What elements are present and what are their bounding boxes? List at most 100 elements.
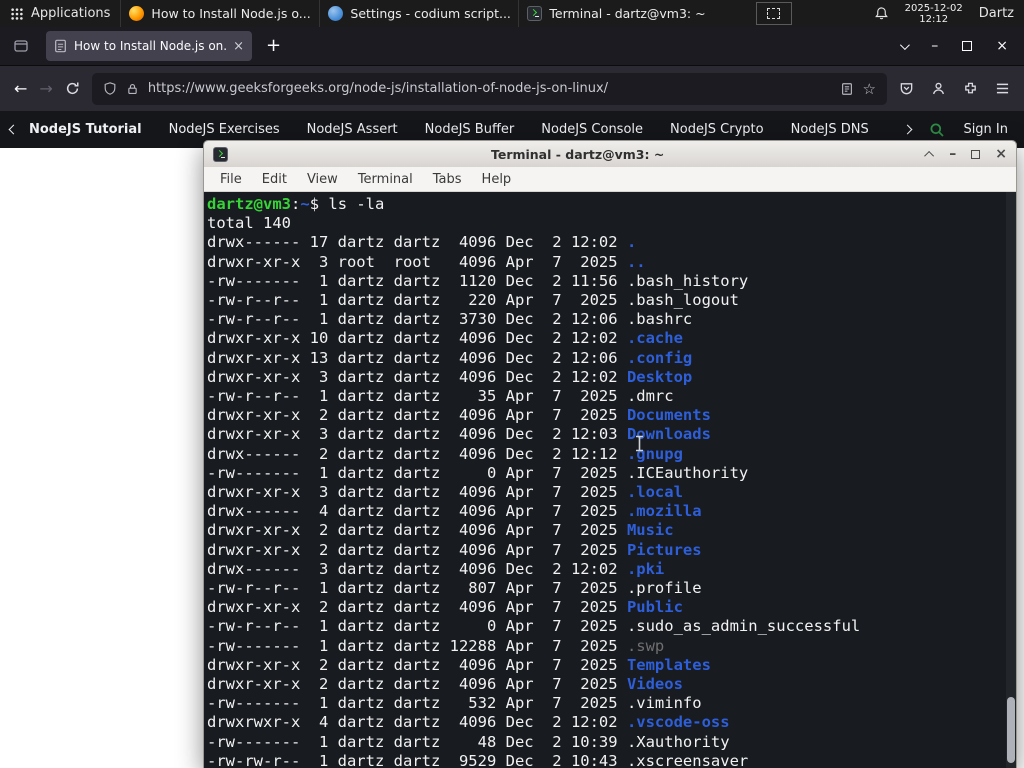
menu-hamburger-icon[interactable] [995,82,1010,95]
terminal-file-line: drwx------ 3 dartz dartz 4096 Dec 2 12:0… [207,560,1000,579]
firefox-view-icon[interactable] [8,33,34,59]
terminal-file-line: drwxr-xr-x 2 dartz dartz 4096 Apr 7 2025… [207,541,1000,560]
file-meta: drwxr-xr-x 2 dartz dartz 4096 Apr 7 2025 [207,406,627,425]
browser-maximize-button[interactable] [962,41,973,51]
file-meta: drwxr-xr-x 13 dartz dartz 4096 Dec 2 12:… [207,348,627,367]
desktop-panel: Applications How to Install Node.js o...… [0,0,1024,27]
terminal-file-line: -rw------- 1 dartz dartz 48 Dec 2 10:39 … [207,733,1000,752]
panel-user-label[interactable]: Dartz [979,6,1014,21]
file-meta: drwxr-xr-x 3 dartz dartz 4096 Dec 2 12:0… [207,425,627,444]
file-meta: -rw------- 1 dartz dartz 1120 Dec 2 11:5… [207,271,627,290]
file-name: Videos [626,675,683,694]
nav-item-nodejs-console[interactable]: NodeJS Console [541,122,643,137]
browser-minimize-button[interactable]: – [931,38,938,54]
file-meta: drwxr-xr-x 2 dartz dartz 4096 Apr 7 2025 [207,675,627,694]
terminal-close-button[interactable]: × [995,147,1007,161]
file-name: .pki [626,559,665,578]
nav-item-nodejs-crypto[interactable]: NodeJS Crypto [670,122,764,137]
tab-close-icon[interactable]: × [233,39,244,54]
prompt-symbol: $ [309,195,329,213]
terminal-titlebar[interactable]: Terminal - dartz@vm3: ~ – × [204,141,1016,167]
terminal-file-line: drwxr-xr-x 3 dartz dartz 4096 Apr 7 2025… [207,483,1000,502]
bookmark-star-icon[interactable]: ☆ [863,80,876,98]
nav-item-nodejs-assert[interactable]: NodeJS Assert [307,122,398,137]
file-name: .sudo_as_admin_successful [626,617,861,636]
new-tab-button[interactable]: + [266,37,281,55]
nav-scroll-right-icon[interactable] [902,124,913,135]
firefox-icon [129,6,145,21]
file-meta: drwxr-xr-x 2 dartz dartz 4096 Apr 7 2025 [207,598,627,617]
nav-item-nodejs-dns[interactable]: NodeJS DNS [791,122,869,137]
file-meta: -rw-r--r-- 1 dartz dartz 35 Apr 7 2025 [207,387,627,406]
terminal-file-line: drwxr-xr-x 13 dartz dartz 4096 Dec 2 12:… [207,349,1000,368]
terminal-command: ls -la [328,195,385,213]
terminal-scrollbar[interactable] [1006,192,1016,768]
prompt-colon: : [291,195,301,213]
menu-view[interactable]: View [297,170,348,189]
nav-scroll-left-icon[interactable] [8,124,19,135]
prompt-user-host: dartz@vm3 [207,195,291,213]
terminal-maximize-button[interactable] [971,149,981,159]
applications-label: Applications [31,6,111,21]
terminal-file-line: drwxr-xr-x 2 dartz dartz 4096 Apr 7 2025… [207,656,1000,675]
notification-bell-icon[interactable] [874,6,889,21]
extensions-icon[interactable] [963,81,978,96]
terminal-minimize-button[interactable]: – [949,147,956,161]
nav-item-nodejs-buffer[interactable]: NodeJS Buffer [425,122,515,137]
panel-clock[interactable]: 2025-12-02 12:12 [905,3,963,25]
menu-tabs[interactable]: Tabs [423,170,472,189]
tab-list-chevron-icon[interactable] [900,39,911,50]
tracking-shield-icon[interactable] [103,81,117,96]
file-name: Desktop [626,367,693,386]
file-meta: drwx------ 4 dartz dartz 4096 Apr 7 2025 [207,502,627,521]
terminal-title: Terminal - dartz@vm3: ~ [490,146,665,162]
forward-button[interactable]: → [39,79,52,98]
file-name: Documents [626,406,711,425]
taskbar-window-settings[interactable]: Settings - codium script... [319,0,518,27]
terminal-prompt-line: dartz@vm3:~$ ls -la [207,195,1000,214]
browser-tab[interactable]: How to Install Node.js on... × [46,31,252,61]
menu-edit[interactable]: Edit [252,170,297,189]
lock-icon[interactable] [126,82,139,96]
file-name: .config [626,348,693,367]
terminal-screen[interactable]: dartz@vm3:~$ ls -la total 140 drwx------… [204,192,1016,768]
terminal-file-line: drwxr-xr-x 10 dartz dartz 4096 Dec 2 12:… [207,329,1000,348]
account-icon[interactable] [931,81,946,96]
file-meta: -rw------- 1 dartz dartz 12288 Apr 7 202… [207,636,627,655]
terminal-file-line: -rw------- 1 dartz dartz 1120 Dec 2 11:5… [207,272,1000,291]
file-name: . [626,233,637,252]
tray-screenshot-icon[interactable] [755,2,792,25]
reload-icon[interactable] [65,81,80,96]
applications-menu-button[interactable]: Applications [0,0,120,27]
nav-items: NodeJS Tutorial NodeJS Exercises NodeJS … [29,122,892,137]
back-button[interactable]: ← [14,79,27,98]
file-meta: drwxrwxr-x 4 dartz dartz 4096 Dec 2 12:0… [207,713,627,732]
file-name: .. [626,252,646,271]
sign-in-button[interactable]: Sign In [963,122,1008,137]
taskbar-window-terminal[interactable]: Terminal - dartz@vm3: ~ [518,0,717,27]
file-meta: drwxr-xr-x 3 dartz dartz 4096 Dec 2 12:0… [207,367,627,386]
file-name: Music [626,521,674,540]
clock-time: 12:12 [919,13,949,25]
browser-close-button[interactable]: × [996,38,1008,54]
pocket-icon[interactable] [899,81,914,96]
terminal-lines: dartz@vm3:~$ ls -la total 140 drwx------… [207,195,1000,768]
taskbar-window-firefox[interactable]: How to Install Node.js o... [120,0,319,27]
nav-item-nodejs-tutorial[interactable]: NodeJS Tutorial [29,122,142,137]
menu-help[interactable]: Help [472,170,522,189]
menu-file[interactable]: File [210,170,252,189]
terminal-file-line: drwxr-xr-x 2 dartz dartz 4096 Apr 7 2025… [207,406,1000,425]
reader-mode-icon[interactable] [840,82,854,96]
nav-item-nodejs-exercises[interactable]: NodeJS Exercises [169,122,280,137]
file-meta: drwxr-xr-x 10 dartz dartz 4096 Dec 2 12:… [207,329,627,348]
file-name: .profile [626,579,702,598]
file-name: .Xauthority [626,732,730,751]
menu-terminal[interactable]: Terminal [348,170,423,189]
terminal-scrollbar-thumb[interactable] [1007,697,1015,763]
search-icon[interactable] [929,122,945,138]
url-bar[interactable]: https://www.geeksforgeeks.org/node-js/in… [91,72,887,105]
terminal-window-controls: – × [924,147,1007,161]
url-text[interactable]: https://www.geeksforgeeks.org/node-js/in… [148,81,831,96]
file-meta: -rw-rw-r-- 1 dartz dartz 9529 Dec 2 10:4… [207,751,627,768]
file-meta: drwx------ 17 dartz dartz 4096 Dec 2 12:… [207,233,627,252]
